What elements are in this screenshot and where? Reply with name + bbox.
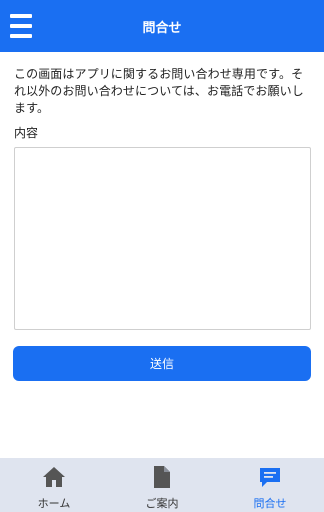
app-header: 問合せ [0,0,324,52]
menu-bar [10,34,32,38]
tab-guide[interactable]: ご案内 [108,458,216,512]
bottom-tab-bar: ホーム ご案内 問合せ [0,458,324,512]
content-field-label: 内容 [14,126,39,140]
page-title: 問合せ [142,20,182,36]
tab-inquiry[interactable]: 問合せ [216,458,324,512]
home-icon [43,465,65,489]
tab-inquiry-label: 問合せ [253,497,287,510]
hamburger-menu-icon[interactable] [10,14,32,38]
tab-home-label: ホーム [37,497,71,510]
menu-bar [10,14,32,18]
document-icon [151,465,173,489]
inquiry-form: この画面はアプリに関するお問い合わせ専用です。それ以外のお問い合わせについては、… [14,66,311,330]
send-button[interactable]: 送信 [13,346,311,381]
tab-home[interactable]: ホーム [0,458,108,512]
tab-guide-label: ご案内 [145,497,179,510]
content-textarea[interactable] [14,147,311,330]
chat-bubble-icon [259,465,281,489]
inquiry-description: この画面はアプリに関するお問い合わせ専用です。それ以外のお問い合わせについては、… [14,67,304,115]
menu-bar [10,24,32,28]
